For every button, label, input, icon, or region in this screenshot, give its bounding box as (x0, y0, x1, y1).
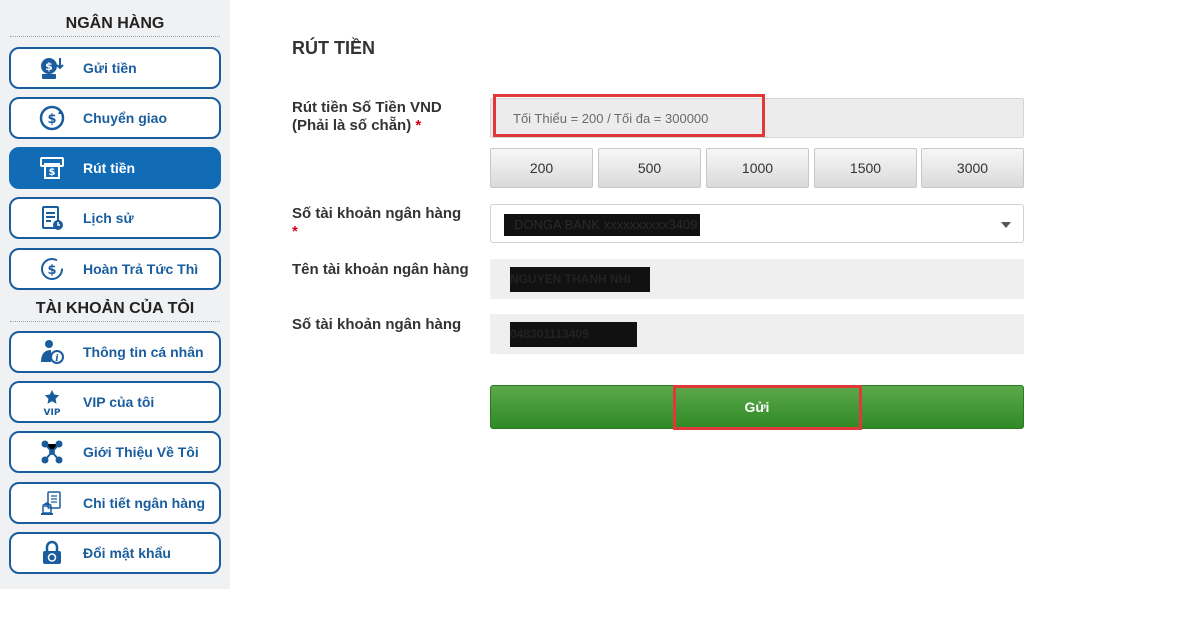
amount-label-line2: (Phải là số chẵn) (292, 117, 412, 134)
deposit-icon: $ (37, 53, 67, 83)
sidebar-item-transfer[interactable]: $ Chuyển giao (9, 97, 221, 139)
bank-details-icon (37, 488, 67, 518)
sidebar-item-label: Đổi mật khẩu (83, 545, 171, 561)
sidebar-item-label: Giới Thiệu Về Tôi (83, 444, 199, 460)
profile-icon: i (37, 337, 67, 367)
bank-account-label-text: Số tài khoản ngân hàng (292, 205, 462, 222)
sidebar-item-referral[interactable]: Giới Thiệu Về Tôi (9, 431, 221, 473)
account-name-value: NGUYEN THANH NHI (510, 267, 650, 292)
sidebar-item-label: Lịch sử (83, 210, 134, 226)
amount-input[interactable] (490, 98, 1024, 138)
sidebar-item-label: Rút tiền (83, 160, 136, 176)
svg-text:VIP: VIP (44, 408, 61, 416)
transfer-icon: $ (37, 103, 67, 133)
sidebar-item-label: Gửi tiền (83, 60, 137, 76)
vip-icon: VIP (37, 387, 67, 417)
change-password-icon (37, 538, 67, 568)
bank-account-label: Số tài khoản ngân hàng * (292, 205, 482, 241)
account-number-label: Số tài khoản ngân hàng (292, 316, 462, 333)
quick-amount-button[interactable]: 500 (598, 148, 701, 188)
withdraw-icon: $ (37, 153, 67, 183)
sidebar-item-withdraw[interactable]: $ Rút tiền (9, 147, 221, 189)
svg-text:i: i (55, 354, 59, 364)
bank-account-selected-value: DONGA BANK xxxxxxxxxx3409 (504, 214, 700, 236)
required-marker: * (292, 223, 298, 240)
sidebar-item-label: Hoàn Trả Tức Thì (83, 261, 199, 277)
account-name-field: NGUYEN THANH NHI (490, 259, 1024, 299)
page-title: RÚT TIỀN (292, 38, 375, 58)
referral-icon (37, 437, 67, 467)
sidebar-item-bank-details[interactable]: Chi tiết ngân hàng (9, 482, 221, 524)
sidebar-item-rebate[interactable]: $ Hoàn Trả Tức Thì (9, 248, 221, 290)
amount-label: Rút tiền Số Tiền VND (Phải là số chẵn) * (292, 99, 482, 135)
history-icon (37, 203, 67, 233)
submit-button[interactable]: Gửi (490, 385, 1024, 429)
account-number-value: 048301113409 (510, 322, 637, 347)
bank-account-select[interactable]: DONGA BANK xxxxxxxxxx3409 (490, 204, 1024, 243)
amount-label-line1: Rút tiền Số Tiền VND (292, 99, 442, 116)
rebate-icon: $ (37, 254, 67, 284)
sidebar: NGÂN HÀNG $ Gửi tiền $ Chuyển giao $ Rút… (0, 0, 230, 589)
quick-amount-button[interactable]: 3000 (921, 148, 1024, 188)
sidebar-item-deposit[interactable]: $ Gửi tiền (9, 47, 221, 89)
svg-text:$: $ (45, 60, 53, 73)
quick-amount-button[interactable]: 200 (490, 148, 593, 188)
sidebar-item-label: Thông tin cá nhân (83, 344, 204, 360)
account-name-label: Tên tài khoản ngân hàng (292, 261, 469, 278)
svg-text:$: $ (47, 263, 56, 278)
account-number-field: 048301113409 (490, 314, 1024, 354)
sidebar-item-profile[interactable]: i Thông tin cá nhân (9, 331, 221, 373)
required-marker: * (415, 117, 422, 134)
sidebar-item-change-password[interactable]: Đổi mật khẩu (9, 532, 221, 574)
sidebar-item-vip[interactable]: VIP VIP của tôi (9, 381, 221, 423)
banking-section-title: NGÂN HÀNG (10, 15, 220, 37)
quick-amount-button[interactable]: 1500 (814, 148, 917, 188)
sidebar-item-label: Chuyển giao (83, 110, 168, 126)
quick-amount-button[interactable]: 1000 (706, 148, 809, 188)
svg-text:$: $ (47, 112, 56, 127)
sidebar-item-history[interactable]: Lịch sử (9, 197, 221, 239)
chevron-down-icon (1001, 222, 1011, 228)
svg-text:$: $ (49, 167, 56, 178)
account-section-title: TÀI KHOẢN CỦA TÔI (10, 300, 220, 322)
sidebar-item-label: Chi tiết ngân hàng (83, 495, 206, 511)
sidebar-item-label: VIP của tôi (83, 394, 155, 410)
quick-amount-row: 200 500 1000 1500 3000 (490, 148, 1024, 188)
